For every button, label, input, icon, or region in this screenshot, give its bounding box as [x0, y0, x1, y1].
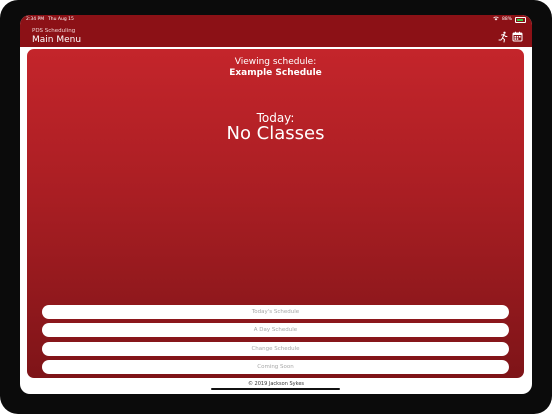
app-screen: 2:34 PM Thu Aug 15 88% PDS Scheduling Ma… — [20, 15, 532, 394]
viewing-schedule-label: Viewing schedule: — [234, 57, 317, 67]
schedule-card: Viewing schedule: Example Schedule Today… — [27, 49, 524, 378]
nav-subtitle: PDS Scheduling — [32, 28, 76, 34]
change-schedule-button[interactable]: Change Schedule — [42, 342, 509, 356]
device-bezel: 2:34 PM Thu Aug 15 88% PDS Scheduling Ma… — [0, 0, 552, 414]
status-right: 88% — [493, 15, 526, 25]
a-day-schedule-button[interactable]: A Day Schedule — [42, 323, 509, 337]
todays-schedule-button[interactable]: Today's Schedule — [42, 305, 509, 319]
runner-icon[interactable] — [497, 31, 509, 43]
wifi-icon — [493, 15, 499, 25]
battery-percent: 88% — [501, 17, 512, 22]
copyright-footer: © 2019 Jackson Sykes — [247, 381, 305, 387]
calendar-icon[interactable] — [512, 31, 523, 42]
nav-title: Main Menu — [32, 35, 82, 45]
status-bar: 2:34 PM Thu Aug 15 88% — [20, 15, 532, 25]
today-value: No Classes — [226, 123, 325, 144]
battery-icon — [515, 17, 526, 23]
home-indicator[interactable] — [211, 388, 340, 390]
coming-soon-button[interactable]: Coming Soon — [42, 360, 509, 374]
viewing-schedule-name: Example Schedule — [229, 68, 322, 78]
status-time: 2:34 PM — [26, 17, 45, 22]
status-date: Thu Aug 15 — [48, 17, 74, 22]
navigation-bar: PDS Scheduling Main Menu — [20, 25, 532, 47]
